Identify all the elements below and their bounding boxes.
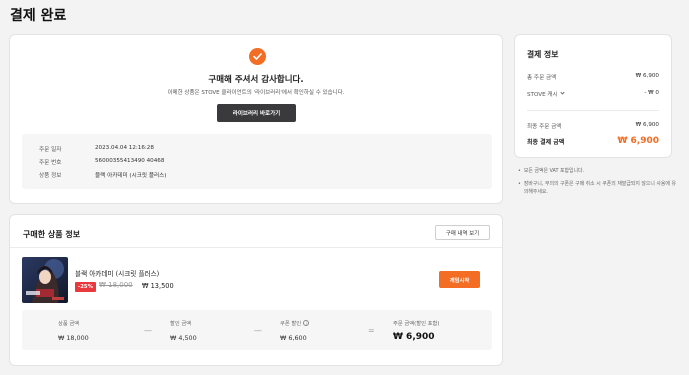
price-summary: 상품 금액 ₩ 18,000 — 할인 금액 ₩ 4,500 — 쿠폰 할인 i… [22,310,492,350]
coupon-discount: 쿠폰 할인 i ₩ 6,600 [280,319,310,342]
minus-sign: — [254,326,262,335]
library-hint: 이메한 상품은 STOVE 클라이언트의 '라이브러리'에서 확인하실 수 있습… [167,90,345,96]
order-number-row: 주문 번호 56000355413490 40468 [39,158,164,166]
thanks-message: 구매해 주셔서 감사합니다. [208,75,304,85]
product-info-row: 상품 정보 블랙 아카데미 (시크릿 플러스) [39,171,166,179]
product-amount: 상품 금액 ₩ 18,000 [58,319,89,342]
purchase-history-button[interactable]: 구매 내역 보기 [435,225,490,240]
total-amount-value: ₩ 6,900 [393,332,435,342]
order-number-value: 56000355413490 40468 [95,158,165,164]
note-item: • 장바구니, 무의의 구폰은 구매 취소 시 쿠폰의 재발급되지 않으니 사용에… [518,180,678,196]
note-item: • 모든 금액은 VAT 포함입니다. [518,168,585,174]
product-info-value: 블랙 아카데미 (시크릿 플러스) [95,173,167,179]
note-text: 장바구니, 무의의 구폰은 구매 취소 시 쿠폰의 재발급되지 않으니 사용에 … [523,181,676,195]
original-price: ₩ 18,000 [99,281,133,289]
product-info-label: 상품 정보 [39,173,62,179]
order-complete-card: 구매해 주셔서 감사합니다. 이메한 상품은 STOVE 클라이언트의 '라이브… [9,34,503,204]
coupon-label-wrap: 쿠폰 할인 i [280,319,310,327]
game-start-button[interactable]: 게임시작 [439,271,480,288]
final-payment-value: ₩ 6,900 [617,136,659,146]
chevron-down-icon[interactable] [560,90,565,95]
product-name: 블랙 아카데미 (시크릿 플러스) [75,270,160,278]
discount-amount-value: ₩ 4,500 [170,334,197,342]
discount-amount: 할인 금액 ₩ 4,500 [170,319,197,342]
product-amount-label: 상품 금액 [58,321,80,327]
payment-title: 결제 정보 [527,50,559,59]
discount-amount-label: 할인 금액 [170,321,192,327]
product-amount-value: ₩ 18,000 [58,334,89,342]
check-icon [249,48,266,65]
final-payment-label: 최종 결제 금액 [527,138,565,146]
purchase-title: 구매한 상품 정보 [23,230,81,239]
product-thumbnail[interactable] [22,257,68,303]
minus-sign: — [144,326,152,335]
order-number-label: 주문 번호 [39,160,62,166]
divider [10,247,502,248]
info-icon[interactable]: i [303,320,310,326]
stove-cash-value: - ₩ 0 [644,90,659,96]
total-amount-label: 주문 금액(할인 포함) [393,321,440,327]
coupon-label: 쿠폰 할인 [280,321,302,327]
total-order-row: 총 주문 금액 ₩ 6,900 [527,73,659,81]
final-order-label: 최종 주문 금액 [527,124,562,130]
total-order-label: 총 주문 금액 [527,75,557,81]
equals-sign: = [368,326,375,335]
total-order-amount: 주문 금액(할인 포함) ₩ 6,900 [393,319,440,342]
discount-badge: -25% [75,282,96,292]
sale-price: ₩ 13,500 [142,282,174,290]
order-date-value: 2023.04.04 12:16:28 [95,145,154,151]
page-title: 결제 완료 [10,8,67,24]
payment-info-card: 결제 정보 총 주문 금액 ₩ 6,900 STOVE 캐시 - ₩ 0 최종 … [514,34,672,158]
order-info-box: 주문 일자 2023.04.04 12:16:28 주문 번호 56000355… [22,134,492,189]
order-date-row: 주문 일자 2023.04.04 12:16:28 [39,145,154,153]
library-button[interactable]: 라이브러리 바로가기 [217,104,296,122]
order-date-label: 주문 일자 [39,147,62,153]
total-order-value: ₩ 6,900 [635,73,659,79]
stove-cash-label-wrap[interactable]: STOVE 캐시 [527,90,565,98]
stove-cash-row[interactable]: STOVE 캐시 - ₩ 0 [527,90,659,98]
divider [527,110,659,111]
final-order-row: 최종 주문 금액 ₩ 6,900 [527,122,659,130]
purchased-product-card: 구매한 상품 정보 구매 내역 보기 블랙 아카데미 (시크릿 플러스) -25… [9,214,503,366]
note-text: 모든 금액은 VAT 포함입니다. [523,168,585,174]
final-payment-row: 최종 결제 금액 ₩ 6,900 [527,136,659,146]
stove-cash-label: STOVE 캐시 [527,92,558,98]
final-order-value: ₩ 6,900 [635,122,659,128]
coupon-amount-value: ₩ 6,600 [280,334,307,342]
payment-notes: • 모든 금액은 VAT 포함입니다. • 장바구니, 무의의 구폰은 구매 취소 … [518,167,678,201]
